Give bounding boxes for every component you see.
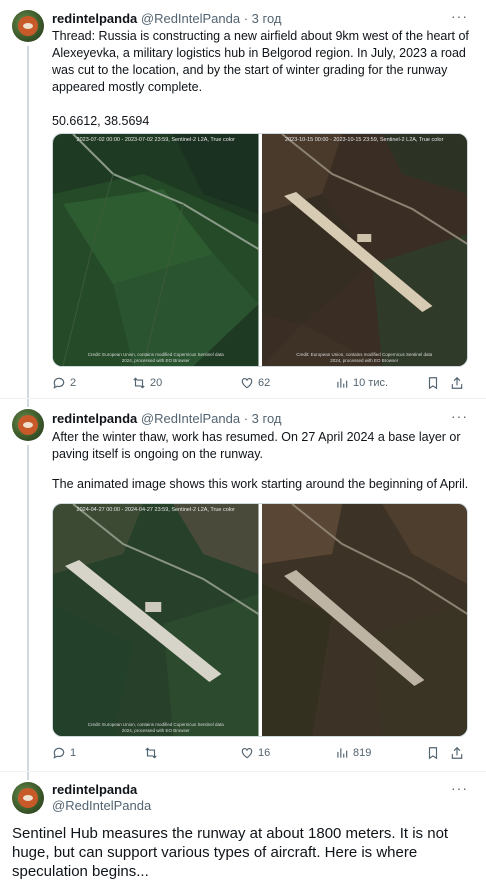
tweet-paragraph: Thread: Russia is constructing a new air…	[52, 29, 469, 94]
tweet-header: redintelpanda @RedIntelPanda	[52, 782, 151, 814]
media-grid: 2024-04-27 00:00 - 2024-04-27 23:59, Sen…	[52, 503, 468, 737]
avatar[interactable]	[12, 409, 44, 441]
tweet-paragraph: 50.6612, 38.5694	[52, 114, 150, 128]
satellite-image[interactable]	[261, 504, 467, 736]
tweet-2[interactable]: redintelpanda @RedIntelPanda · 3 год ···…	[0, 399, 486, 771]
tweet-text: Sentinel Hub measures the runway at abou…	[12, 825, 449, 880]
image-caption: 2023-10-15 00:00 - 2023-10-15 23:59, Sen…	[285, 137, 444, 143]
thread-line	[27, 46, 29, 398]
tweet-header: redintelpanda @RedIntelPanda · 3 год	[52, 411, 282, 426]
tweet-header: redintelpanda @RedIntelPanda · 3 год	[52, 11, 282, 26]
image-caption: 2023-07-02 00:00 - 2023-07-02 23:59, Sen…	[76, 137, 235, 143]
bookmark-icon	[428, 377, 438, 390]
image-caption: 2024-04-27 00:00 - 2024-04-27 23:59, Sen…	[76, 507, 235, 513]
bookmark-button[interactable]	[426, 376, 440, 390]
like-count: 16	[258, 747, 271, 759]
bookmark-button[interactable]	[426, 746, 440, 760]
share-icon	[451, 376, 463, 389]
repost-button[interactable]: 20	[132, 376, 162, 390]
author-name[interactable]: redintelpanda	[52, 411, 137, 426]
reply-button[interactable]: 1	[52, 746, 76, 760]
like-button[interactable]: 16	[240, 746, 270, 760]
heart-icon	[241, 748, 253, 759]
tweet-1[interactable]: redintelpanda @RedIntelPanda · 3 год ···…	[0, 0, 486, 398]
views-icon	[337, 378, 348, 388]
action-bar: 2 20 62 10 тис.	[52, 376, 466, 394]
avatar[interactable]	[12, 782, 44, 814]
timestamp[interactable]: · 3 год	[244, 11, 282, 26]
reply-icon	[53, 377, 65, 389]
bookmark-icon	[428, 747, 438, 760]
repost-icon	[145, 747, 157, 759]
share-button[interactable]	[450, 746, 464, 760]
author-handle[interactable]: @RedIntelPanda	[141, 11, 240, 26]
tweet-text: Thread: Russia is constructing a new air…	[52, 28, 470, 130]
heart-icon	[241, 378, 253, 389]
share-button[interactable]	[450, 376, 464, 390]
reply-count: 1	[70, 747, 77, 759]
more-icon[interactable]: ···	[451, 408, 468, 424]
author-handle[interactable]: @RedIntelPanda	[52, 798, 151, 814]
reply-button[interactable]: 2	[52, 376, 76, 390]
thread-line	[27, 399, 29, 407]
reply-count: 2	[70, 377, 77, 389]
more-icon[interactable]: ···	[451, 780, 468, 796]
repost-button[interactable]	[144, 746, 162, 760]
views-count: 819	[353, 747, 372, 759]
share-icon	[451, 746, 463, 759]
action-bar: 1 16 819	[52, 746, 466, 764]
more-icon[interactable]: ···	[451, 8, 468, 24]
author-name[interactable]: redintelpanda	[52, 782, 151, 798]
thread-line	[27, 445, 29, 771]
views-button[interactable]: 10 тис.	[335, 376, 388, 390]
avatar[interactable]	[12, 10, 44, 42]
tweet-3[interactable]: redintelpanda @RedIntelPanda ··· Sentine…	[0, 772, 486, 883]
satellite-image[interactable]: 2023-07-02 00:00 - 2023-07-02 23:59, Sen…	[53, 134, 259, 366]
like-button[interactable]: 62	[240, 376, 270, 390]
author-name[interactable]: redintelpanda	[52, 11, 137, 26]
tweet-paragraph: The animated image shows this work start…	[52, 477, 469, 491]
reply-icon	[53, 747, 65, 759]
views-button[interactable]: 819	[335, 746, 371, 760]
views-icon	[337, 748, 348, 758]
thread-line	[27, 772, 29, 780]
image-credit: Credit: European Union, contains modifie…	[296, 352, 433, 363]
views-count: 10 тис.	[353, 377, 389, 389]
timestamp[interactable]: · 3 год	[244, 411, 282, 426]
repost-count: 20	[150, 377, 163, 389]
author-handle[interactable]: @RedIntelPanda	[141, 411, 240, 426]
repost-icon	[133, 377, 145, 389]
tweet-text: After the winter thaw, work has resumed.…	[52, 429, 470, 493]
satellite-image[interactable]: 2023-10-15 00:00 - 2023-10-15 23:59, Sen…	[261, 134, 467, 366]
media-grid: 2023-07-02 00:00 - 2023-07-02 23:59, Sen…	[52, 133, 468, 367]
image-credit: Credit: European Union, contains modifie…	[87, 722, 224, 733]
like-count: 62	[258, 377, 271, 389]
image-credit: Credit: European Union, contains modifie…	[87, 352, 224, 363]
satellite-image[interactable]: 2024-04-27 00:00 - 2024-04-27 23:59, Sen…	[53, 504, 259, 736]
tweet-paragraph: After the winter thaw, work has resumed.…	[52, 430, 461, 461]
